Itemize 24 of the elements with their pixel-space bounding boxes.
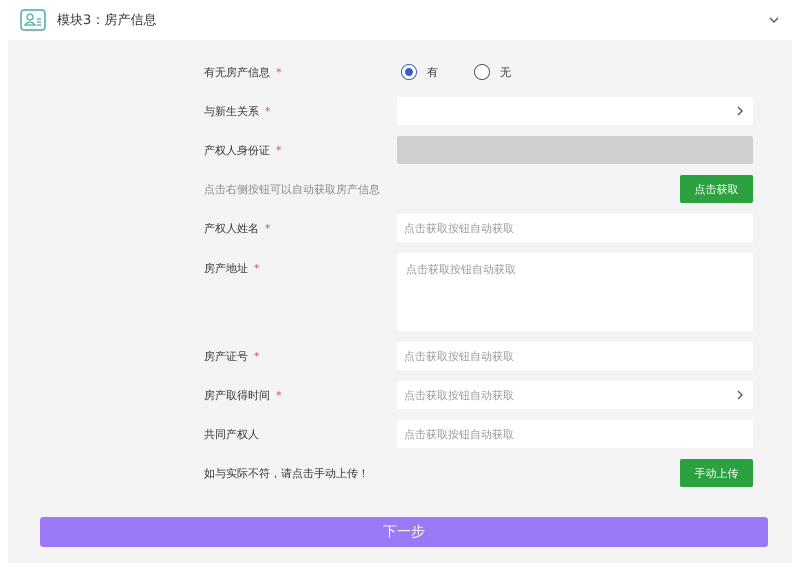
id-card-icon: [20, 9, 46, 31]
field-label: 房产取得时间 *: [204, 388, 282, 402]
field-label: 与新生关系 *: [204, 104, 272, 118]
notice-text: 如与实际不符，请点击手动上传！: [204, 466, 370, 480]
fetch-button[interactable]: 点击获取: [680, 175, 753, 203]
radio-option[interactable]: 有: [401, 64, 438, 80]
input-field[interactable]: 点击获取按钮自动获取: [397, 420, 753, 448]
hint-text: 点击右侧按钮可以自动获取房产信息: [204, 182, 381, 196]
section-title: 模块3：房产信息: [57, 12, 158, 29]
input-field[interactable]: 点击获取按钮自动获取: [397, 342, 753, 370]
select-field[interactable]: 点击获取按钮自动获取: [397, 381, 753, 409]
input-field[interactable]: 点击获取按钮自动获取: [397, 214, 753, 242]
field-label: 房产证号 *: [204, 348, 260, 364]
radio-option[interactable]: 无: [474, 64, 511, 80]
textarea-field[interactable]: 点击获取按钮自动获取: [397, 253, 753, 331]
field-label: 有无房产信息 *: [204, 64, 282, 80]
field-label: 产权人身份证 *: [204, 142, 282, 158]
select-field[interactable]: [397, 97, 753, 125]
field-label: 房产地址 *: [204, 261, 260, 276]
field-label: 共同产权人: [204, 426, 260, 442]
fetch-button[interactable]: 手动上传: [680, 459, 753, 487]
masked-field[interactable]: [397, 136, 753, 164]
next-button[interactable]: 下一步: [40, 517, 768, 547]
field-label: 产权人姓名 *: [204, 220, 272, 236]
